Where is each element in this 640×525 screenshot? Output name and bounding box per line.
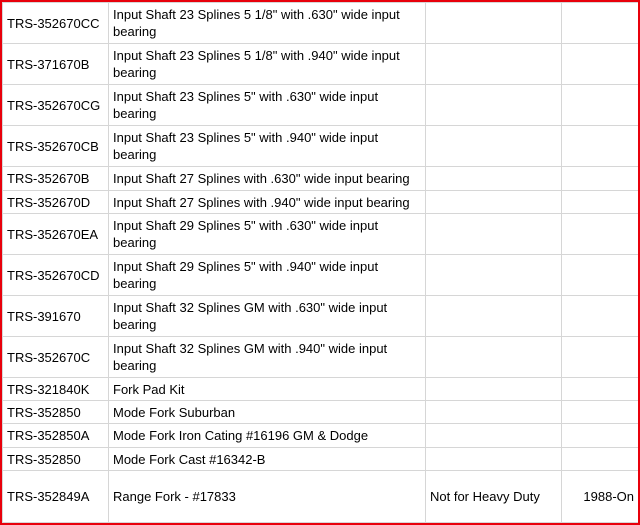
part-number-cell: TRS-391670 [2, 295, 109, 337]
part-number-cell: TRS-321840K [2, 377, 109, 401]
part-number-cell: TRS-352670D [2, 190, 109, 214]
note-cell [425, 2, 562, 44]
table-row: TRS-321840K Fork Pad Kit [2, 377, 638, 401]
part-number-cell: TRS-352670C [2, 336, 109, 378]
table-row: TRS-352670D Input Shaft 27 Splines with … [2, 190, 638, 214]
note-cell [425, 423, 562, 448]
description-cell: Input Shaft 23 Splines 5 1/8" with .940"… [108, 43, 426, 85]
table-row: TRS-352850 Mode Fork Cast #16342-B [2, 447, 638, 471]
note-cell [425, 166, 562, 191]
year-cell [561, 2, 638, 44]
note-cell [425, 254, 562, 296]
parts-table: TRS-352670CC Input Shaft 23 Splines 5 1/… [2, 2, 638, 523]
description-cell: Input Shaft 23 Splines 5" with .940" wid… [108, 125, 426, 167]
table-row: TRS-352670CG Input Shaft 23 Splines 5" w… [2, 84, 638, 126]
note-cell [425, 125, 562, 167]
year-cell [561, 295, 638, 337]
note-cell [425, 377, 562, 401]
table-row: TRS-352670EA Input Shaft 29 Splines 5" w… [2, 213, 638, 255]
part-number-cell: TRS-352670CD [2, 254, 109, 296]
note-cell [425, 400, 562, 424]
part-number-cell: TRS-352670CB [2, 125, 109, 167]
description-cell: Input Shaft 32 Splines GM with .630" wid… [108, 295, 426, 337]
note-cell [425, 295, 562, 337]
note-cell [425, 213, 562, 255]
description-cell: Input Shaft 29 Splines 5" with .940" wid… [108, 254, 426, 296]
part-number-cell: TRS-371670B [2, 43, 109, 85]
description-cell: Input Shaft 32 Splines GM with .940" wid… [108, 336, 426, 378]
description-cell: Input Shaft 23 Splines 5" with .630" wid… [108, 84, 426, 126]
part-number-cell: TRS-352849A [2, 470, 109, 523]
part-number-cell: TRS-352670EA [2, 213, 109, 255]
year-cell [561, 254, 638, 296]
table-row: TRS-352670CD Input Shaft 29 Splines 5" w… [2, 254, 638, 296]
spreadsheet-frame: TRS-352670CC Input Shaft 23 Splines 5 1/… [0, 0, 640, 525]
table-row: TRS-391670 Input Shaft 32 Splines GM wit… [2, 295, 638, 337]
year-cell [561, 336, 638, 378]
description-cell: Mode Fork Iron Cating #16196 GM & Dodge [108, 423, 426, 448]
year-cell [561, 400, 638, 424]
year-cell [561, 423, 638, 448]
description-cell: Input Shaft 23 Splines 5 1/8" with .630"… [108, 2, 426, 44]
part-number-cell: TRS-352850A [2, 423, 109, 448]
part-number-cell: TRS-352670CC [2, 2, 109, 44]
table-row: TRS-352670C Input Shaft 32 Splines GM wi… [2, 336, 638, 378]
table-row: TRS-352849A Range Fork - #17833 Not for … [2, 470, 638, 523]
table-row: TRS-352670CB Input Shaft 23 Splines 5" w… [2, 125, 638, 167]
description-cell: Fork Pad Kit [108, 377, 426, 401]
description-cell: Mode Fork Suburban [108, 400, 426, 424]
year-cell [561, 84, 638, 126]
description-cell: Input Shaft 29 Splines 5" with .630" wid… [108, 213, 426, 255]
year-cell [561, 213, 638, 255]
year-cell [561, 190, 638, 214]
description-cell: Range Fork - #17833 [108, 470, 426, 523]
table-row: TRS-352850A Mode Fork Iron Cating #16196… [2, 423, 638, 448]
year-cell [561, 43, 638, 85]
description-cell: Input Shaft 27 Splines with .630" wide i… [108, 166, 426, 191]
note-cell [425, 447, 562, 471]
table-row: TRS-352850 Mode Fork Suburban [2, 400, 638, 424]
description-cell: Mode Fork Cast #16342-B [108, 447, 426, 471]
year-cell [561, 377, 638, 401]
year-cell [561, 166, 638, 191]
description-cell: Input Shaft 27 Splines with .940" wide i… [108, 190, 426, 214]
note-cell [425, 84, 562, 126]
note-cell [425, 190, 562, 214]
part-number-cell: TRS-352850 [2, 447, 109, 471]
note-cell: Not for Heavy Duty [425, 470, 562, 523]
year-cell [561, 447, 638, 471]
note-cell [425, 336, 562, 378]
part-number-cell: TRS-352670B [2, 166, 109, 191]
year-cell: 1988-On [561, 470, 638, 523]
year-cell [561, 125, 638, 167]
table-row: TRS-352670CC Input Shaft 23 Splines 5 1/… [2, 2, 638, 44]
table-row: TRS-371670B Input Shaft 23 Splines 5 1/8… [2, 43, 638, 85]
note-cell [425, 43, 562, 85]
table-row: TRS-352670B Input Shaft 27 Splines with … [2, 166, 638, 191]
part-number-cell: TRS-352670CG [2, 84, 109, 126]
part-number-cell: TRS-352850 [2, 400, 109, 424]
